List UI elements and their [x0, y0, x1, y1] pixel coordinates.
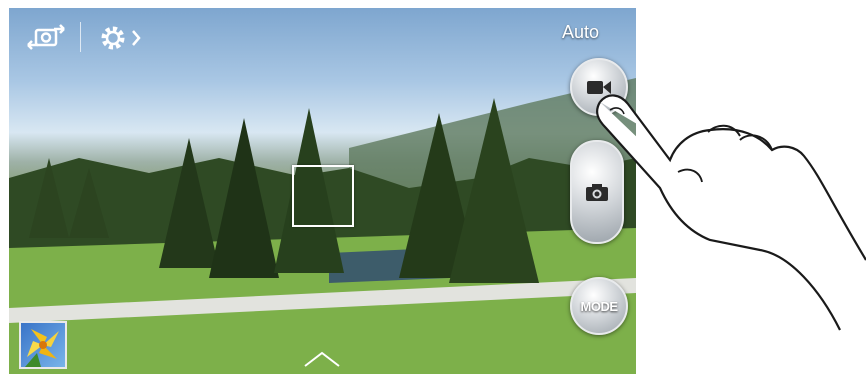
gallery-thumbnail[interactable] [19, 321, 67, 369]
camera-viewfinder[interactable]: Auto [9, 8, 636, 374]
flower-thumbnail-icon [25, 329, 59, 367]
scene-mode-label[interactable]: Auto [562, 22, 599, 43]
focus-frame [292, 165, 354, 227]
hand-gesture-illustration [596, 94, 866, 331]
gear-icon [101, 26, 141, 50]
switch-camera-icon [27, 24, 65, 50]
settings-button[interactable] [93, 20, 147, 56]
top-bar-divider [80, 22, 81, 52]
camera-top-bar: Auto [9, 8, 636, 63]
chevron-up-icon[interactable] [297, 344, 347, 372]
switch-camera-button[interactable] [21, 20, 71, 56]
